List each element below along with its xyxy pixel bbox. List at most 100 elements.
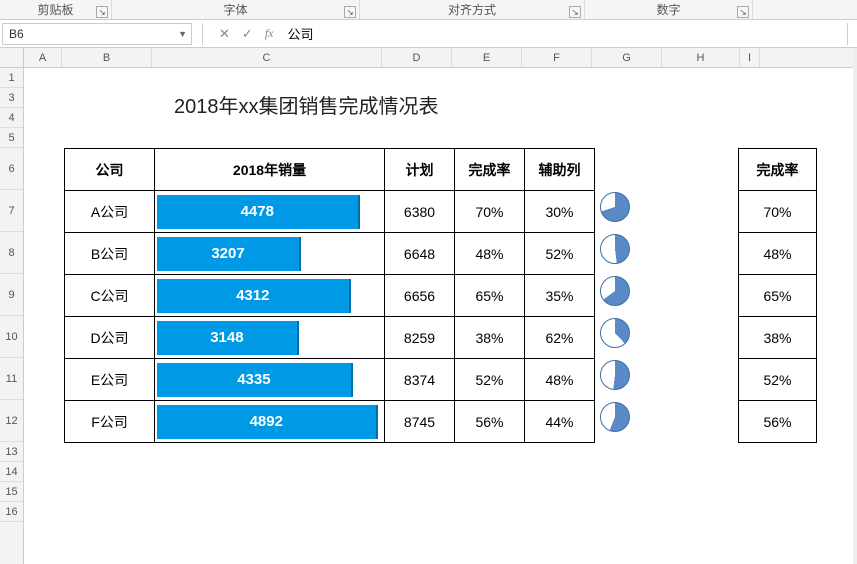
cell-plan[interactable]: 8745 bbox=[385, 401, 455, 443]
cell-company[interactable]: D公司 bbox=[65, 317, 155, 359]
cell-aux[interactable]: 30% bbox=[525, 191, 595, 233]
dialog-launcher-icon[interactable]: ↘ bbox=[96, 6, 108, 18]
table-row[interactable]: E公司4335837452%48% bbox=[65, 359, 595, 401]
cell-company[interactable]: F公司 bbox=[65, 401, 155, 443]
cell-sales-bar[interactable]: 3207 bbox=[155, 233, 385, 275]
cell-aux[interactable]: 35% bbox=[525, 275, 595, 317]
cell-aux[interactable]: 44% bbox=[525, 401, 595, 443]
cell-aux[interactable]: 52% bbox=[525, 233, 595, 275]
formula-input[interactable] bbox=[279, 26, 847, 41]
table-row[interactable]: 70% bbox=[739, 191, 817, 233]
cell-rate[interactable]: 38% bbox=[455, 317, 525, 359]
cell-company[interactable]: B公司 bbox=[65, 233, 155, 275]
row-headers: 1345678910111213141516 bbox=[0, 48, 24, 564]
cell-rate[interactable]: 70% bbox=[455, 191, 525, 233]
cell-rate[interactable]: 56% bbox=[455, 401, 525, 443]
cell-plan[interactable]: 6656 bbox=[385, 275, 455, 317]
row-header[interactable]: 1 bbox=[0, 68, 23, 88]
column-headers: ABCDEFGHI bbox=[24, 48, 857, 68]
data-bar: 3148 bbox=[157, 321, 299, 355]
cell-rate2[interactable]: 38% bbox=[739, 317, 817, 359]
column-header[interactable]: H bbox=[662, 48, 740, 67]
name-box-value: B6 bbox=[9, 27, 24, 41]
name-box[interactable]: B6 ▼ bbox=[2, 23, 192, 45]
table-row[interactable]: 48% bbox=[739, 233, 817, 275]
cell-sales-bar[interactable]: 4478 bbox=[155, 191, 385, 233]
column-header[interactable]: G bbox=[592, 48, 662, 67]
cell-rate[interactable]: 52% bbox=[455, 359, 525, 401]
cell-rate[interactable]: 48% bbox=[455, 233, 525, 275]
row-header[interactable]: 16 bbox=[0, 502, 23, 522]
table-row[interactable]: F公司4892874556%44% bbox=[65, 401, 595, 443]
cell-plan[interactable]: 6380 bbox=[385, 191, 455, 233]
cell-sales-bar[interactable]: 4335 bbox=[155, 359, 385, 401]
column-header[interactable]: F bbox=[522, 48, 592, 67]
row-header[interactable]: 11 bbox=[0, 358, 23, 400]
row-header[interactable]: 7 bbox=[0, 190, 23, 232]
table-row[interactable]: 52% bbox=[739, 359, 817, 401]
row-header[interactable]: 9 bbox=[0, 274, 23, 316]
table-row[interactable]: D公司3148 825938%62% bbox=[65, 317, 595, 359]
row-header[interactable]: 12 bbox=[0, 400, 23, 442]
table-row[interactable]: 56% bbox=[739, 401, 817, 443]
row-header[interactable]: 8 bbox=[0, 232, 23, 274]
row-header[interactable]: 5 bbox=[0, 128, 23, 148]
fx-icon[interactable]: fx bbox=[265, 26, 274, 41]
confirm-icon[interactable]: ✓ bbox=[242, 26, 253, 42]
dialog-launcher-icon[interactable]: ↘ bbox=[569, 6, 581, 18]
cell-plan[interactable]: 6648 bbox=[385, 233, 455, 275]
pie-icon bbox=[600, 276, 630, 306]
cell-sales-bar[interactable]: 3148 bbox=[155, 317, 385, 359]
table-row[interactable]: 38% bbox=[739, 317, 817, 359]
row-header[interactable]: 14 bbox=[0, 462, 23, 482]
col-plan: 计划 bbox=[385, 149, 455, 191]
col-aux: 辅助列 bbox=[525, 149, 595, 191]
table-header-row: 公司 2018年销量 计划 完成率 辅助列 bbox=[65, 149, 595, 191]
column-header[interactable]: I bbox=[740, 48, 760, 67]
dialog-launcher-icon[interactable]: ↘ bbox=[737, 6, 749, 18]
table-row[interactable]: 65% bbox=[739, 275, 817, 317]
cell-company[interactable]: C公司 bbox=[65, 275, 155, 317]
row-header[interactable]: 3 bbox=[0, 88, 23, 108]
cell-rate2[interactable]: 65% bbox=[739, 275, 817, 317]
pie-icon bbox=[600, 318, 630, 348]
cell-company[interactable]: E公司 bbox=[65, 359, 155, 401]
row-header[interactable]: 13 bbox=[0, 442, 23, 462]
pie-icon bbox=[600, 360, 630, 390]
select-all-corner[interactable] bbox=[0, 48, 23, 68]
col-rate2: 完成率 bbox=[739, 149, 817, 191]
table-row[interactable]: A公司4478 638070%30% bbox=[65, 191, 595, 233]
column-header[interactable]: E bbox=[452, 48, 522, 67]
cell-rate2[interactable]: 70% bbox=[739, 191, 817, 233]
cell-plan[interactable]: 8259 bbox=[385, 317, 455, 359]
column-header[interactable]: A bbox=[24, 48, 62, 67]
cell-rate2[interactable]: 52% bbox=[739, 359, 817, 401]
cell-sales-bar[interactable]: 4892 bbox=[155, 401, 385, 443]
row-header[interactable]: 10 bbox=[0, 316, 23, 358]
cell-rate[interactable]: 65% bbox=[455, 275, 525, 317]
cell-plan[interactable]: 8374 bbox=[385, 359, 455, 401]
cell-rate2[interactable]: 56% bbox=[739, 401, 817, 443]
data-bar: 4478 bbox=[157, 195, 360, 229]
table-row[interactable]: C公司4312665665%35% bbox=[65, 275, 595, 317]
col-rate: 完成率 bbox=[455, 149, 525, 191]
row-header[interactable]: 15 bbox=[0, 482, 23, 502]
pie-column bbox=[600, 192, 630, 444]
cell-sales-bar[interactable]: 4312 bbox=[155, 275, 385, 317]
column-header[interactable]: B bbox=[62, 48, 152, 67]
row-header[interactable]: 6 bbox=[0, 148, 23, 190]
name-box-dropdown-icon[interactable]: ▼ bbox=[178, 29, 187, 39]
row-header[interactable]: 4 bbox=[0, 108, 23, 128]
scrollbar-vertical[interactable] bbox=[853, 48, 857, 564]
cancel-icon[interactable]: ✕ bbox=[219, 26, 230, 42]
pie-icon bbox=[600, 402, 630, 432]
cell-aux[interactable]: 62% bbox=[525, 317, 595, 359]
table-row[interactable]: B公司3207664848%52% bbox=[65, 233, 595, 275]
cell-aux[interactable]: 48% bbox=[525, 359, 595, 401]
cell-company[interactable]: A公司 bbox=[65, 191, 155, 233]
column-header[interactable]: D bbox=[382, 48, 452, 67]
column-header[interactable]: C bbox=[152, 48, 382, 67]
cell-rate2[interactable]: 48% bbox=[739, 233, 817, 275]
dialog-launcher-icon[interactable]: ↘ bbox=[344, 6, 356, 18]
col-sales: 2018年销量 bbox=[155, 149, 385, 191]
